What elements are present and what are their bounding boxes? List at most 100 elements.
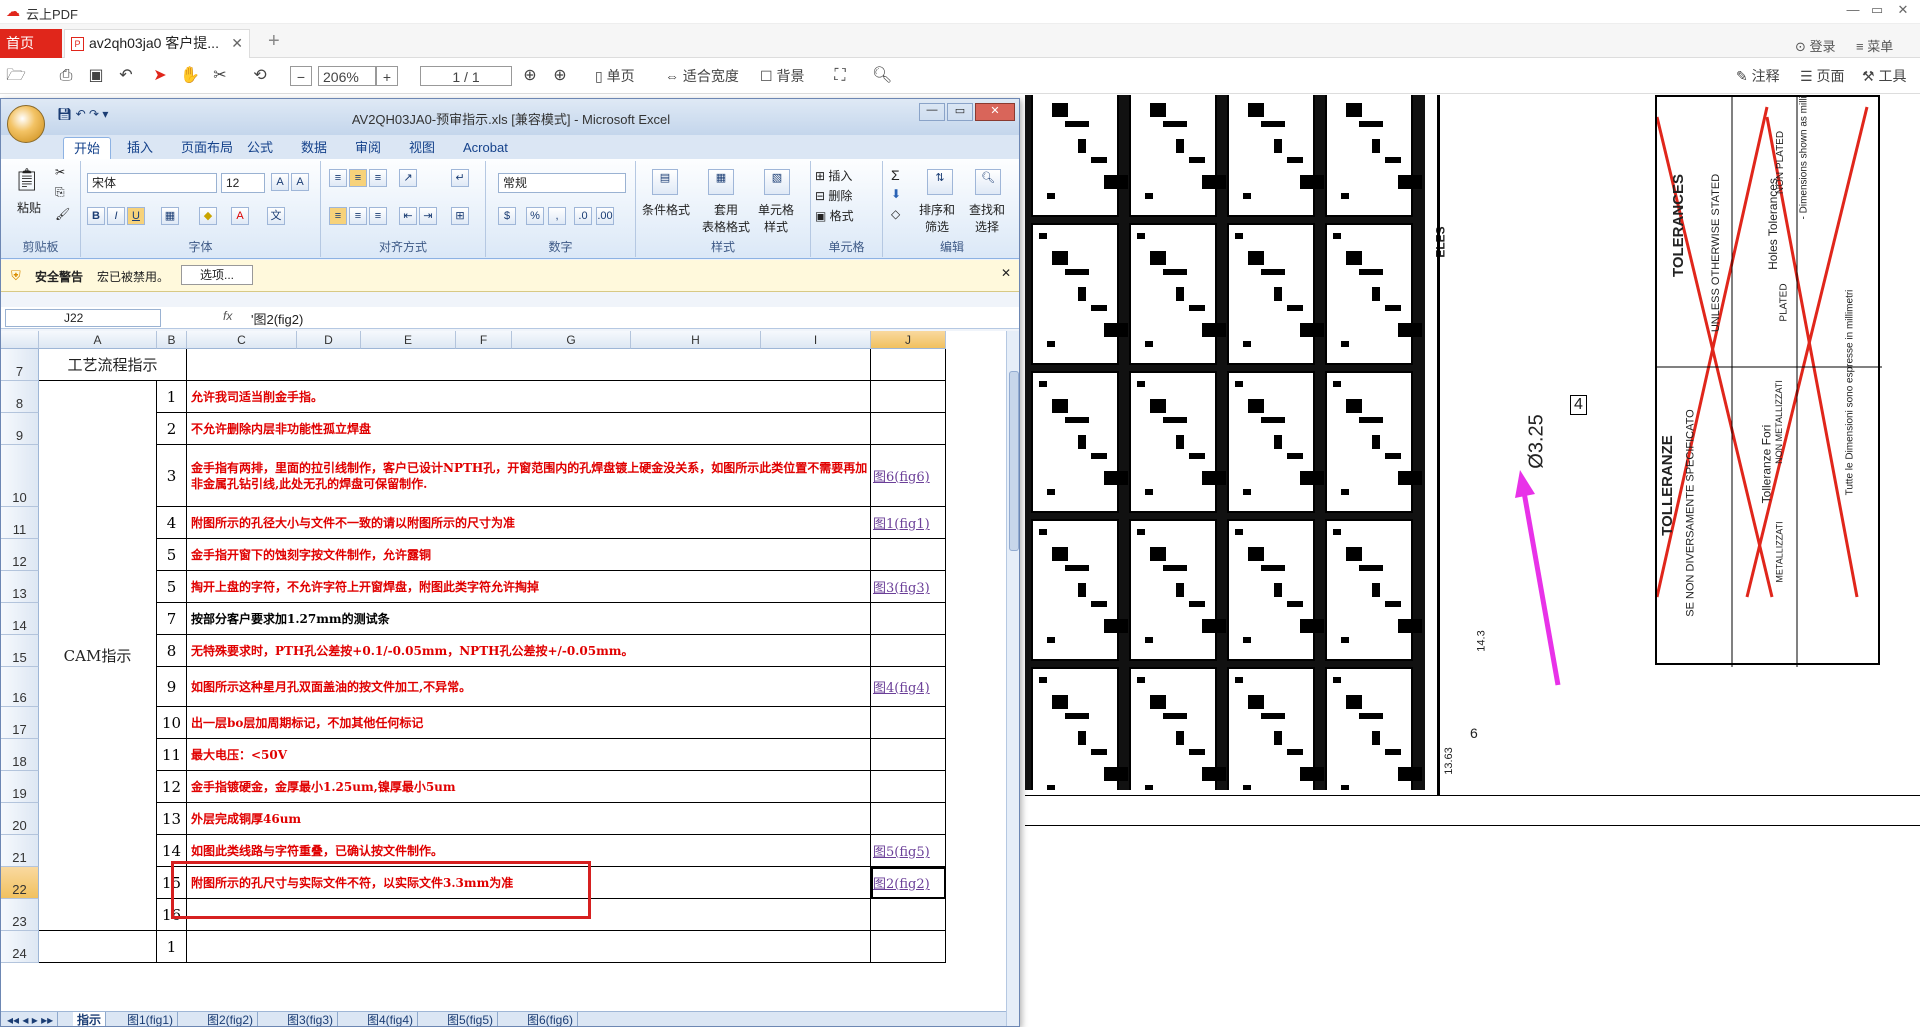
column-header-B[interactable]: B — [157, 331, 187, 349]
sheet-tab-2[interactable]: 图1(fig1) — [123, 1012, 179, 1026]
tab-5[interactable]: 数据 — [291, 137, 337, 159]
row-header-19[interactable]: 19 — [1, 771, 39, 803]
hand-tool-icon[interactable]: ✋ — [180, 66, 200, 86]
row-header-23[interactable]: 23 — [1, 899, 39, 931]
cell-instruction[interactable]: 附图所示的孔径大小与文件不一致的请以附图所示的尺寸为准 — [187, 507, 871, 539]
row-header-9[interactable]: 9 — [1, 413, 39, 445]
font-name-select[interactable]: 宋体 — [87, 173, 217, 193]
comma-icon[interactable]: , — [548, 207, 566, 225]
scroll-thumb[interactable] — [1009, 371, 1019, 551]
fill-color-icon[interactable]: ◆ — [199, 207, 217, 225]
tab-3[interactable]: 页面布局 — [171, 137, 243, 159]
share-icon[interactable]: ↶ — [116, 66, 136, 86]
clear-icon[interactable]: ◇ — [891, 207, 900, 221]
close-button[interactable]: ✕ — [1892, 2, 1914, 20]
bold-icon[interactable]: B — [87, 207, 105, 225]
align-top-icon[interactable]: ≡ — [329, 169, 347, 187]
increase-indent-icon[interactable]: ⇥ — [419, 207, 437, 225]
cell-figure-link[interactable]: 图5(fig5) — [871, 835, 946, 867]
percent-icon[interactable]: % — [526, 207, 544, 225]
orientation-icon[interactable]: ↗ — [399, 169, 417, 187]
row-header-18[interactable]: 18 — [1, 739, 39, 771]
fill-icon[interactable]: ⬇ — [891, 187, 901, 201]
excel-minimize-button[interactable]: — — [919, 103, 945, 121]
excel-close-button[interactable]: ✕ — [975, 103, 1015, 121]
cell-instruction[interactable]: 按部分客户要求加1.27mm的测试条 — [187, 603, 871, 635]
row-header-24[interactable]: 24 — [1, 931, 39, 963]
select-all-corner[interactable] — [1, 331, 39, 349]
formula-input[interactable]: '图2(fig2) — [251, 309, 303, 328]
column-header-C[interactable]: C — [187, 331, 297, 349]
accounting-icon[interactable]: $ — [498, 207, 516, 225]
fit-width-button[interactable]: ⇔ 适合宽度 — [665, 66, 739, 86]
sort-filter-icon[interactable]: ⇅ — [927, 169, 953, 195]
cell-instruction[interactable]: 金手指开窗下的蚀刻字按文件制作，允许露铜 — [187, 539, 871, 571]
format-cells-button[interactable]: ▣ 格式 — [815, 207, 854, 224]
column-header-I[interactable]: I — [761, 331, 871, 349]
column-header-J[interactable]: J — [871, 331, 946, 349]
sheet-tab-6[interactable]: 图5(fig5) — [443, 1012, 499, 1026]
sheet-tab-1[interactable]: 指示 — [73, 1012, 107, 1026]
fx-icon[interactable]: fx — [223, 309, 232, 323]
column-header-F[interactable]: F — [456, 331, 512, 349]
insert-cells-button[interactable]: ⊞ 插入 — [815, 167, 852, 184]
single-page-button[interactable]: ▯ 单页 — [595, 66, 635, 86]
office-button-icon[interactable] — [7, 105, 45, 143]
row-header-13[interactable]: 13 — [1, 571, 39, 603]
cell-instruction[interactable]: 出一层bo层加周期标记，不加其他任何标记 — [187, 707, 871, 739]
row-header-11[interactable]: 11 — [1, 507, 39, 539]
options-button[interactable]: 选项... — [181, 265, 253, 285]
cut-small-icon[interactable]: ✂ — [55, 165, 65, 179]
tab-document[interactable]: P av2qh03ja0 客户提... ✕ — [64, 29, 250, 58]
print-icon[interactable]: ⎙ — [56, 66, 76, 86]
number-format-select[interactable]: 常规 — [498, 173, 626, 193]
row-header-8[interactable]: 8 — [1, 381, 39, 413]
merge-center-icon[interactable]: ⊞ — [451, 207, 469, 225]
zoom-in-button[interactable]: + — [376, 66, 398, 86]
shrink-font-icon[interactable]: A — [291, 173, 309, 191]
autosum-icon[interactable]: Σ — [891, 167, 900, 183]
tab-7[interactable]: 视图 — [399, 137, 445, 159]
row-header-10[interactable]: 10 — [1, 445, 39, 507]
tab-8[interactable]: Acrobat — [453, 137, 518, 159]
align-left-icon[interactable]: ≡ — [329, 207, 347, 225]
decrease-decimal-icon[interactable]: .00 — [596, 207, 614, 225]
copy-icon[interactable]: ⎘ — [55, 185, 65, 200]
align-center-icon[interactable]: ≡ — [349, 207, 367, 225]
cell-instruction[interactable]: 金手指镀硬金，金厚最小1.25um,镍厚最小5um — [187, 771, 871, 803]
close-security-bar-icon[interactable]: ✕ — [1001, 266, 1011, 280]
wrap-text-icon[interactable]: ↵ — [451, 169, 469, 187]
cell-instruction[interactable]: 外层完成铜厚46um — [187, 803, 871, 835]
tab-2[interactable]: 插入 — [117, 137, 163, 159]
cut-icon[interactable]: ✂ — [210, 66, 230, 86]
sheet-tab-3[interactable]: 图2(fig2) — [203, 1012, 259, 1026]
excel-restore-button[interactable]: ▭ — [947, 103, 973, 121]
align-right-icon[interactable]: ≡ — [369, 207, 387, 225]
find-select-icon[interactable]: 🔍︎ — [975, 169, 1001, 195]
increase-decimal-icon[interactable]: .0 — [574, 207, 592, 225]
font-color-icon[interactable]: A — [231, 207, 249, 225]
cell-figure-link[interactable]: 图6(fig6) — [871, 445, 946, 507]
tab-4[interactable]: 公式 — [237, 137, 283, 159]
cell-style-button[interactable]: 单元格 样式 — [758, 201, 794, 235]
row-header-15[interactable]: 15 — [1, 635, 39, 667]
italic-icon[interactable]: I — [107, 207, 125, 225]
column-header-E[interactable]: E — [361, 331, 456, 349]
cell-figure-link[interactable]: 图2(fig2) — [871, 867, 946, 899]
cell-instruction[interactable]: 金手指有两排，里面的拉引线制作，客户已设计NPTH孔，开窗范围内的孔焊盘镀上硬金… — [187, 445, 871, 507]
sheet-tab-4[interactable]: 图3(fig3) — [283, 1012, 339, 1026]
search-icon[interactable]: 🔍︎ — [872, 66, 892, 86]
cell-instruction[interactable]: 掏开上盘的字符，不允许字符上开窗焊盘，附图此类字符允许掏掉 — [187, 571, 871, 603]
paste-icon[interactable]: 📋︎ — [13, 167, 41, 193]
tools-button[interactable]: ⚒ 工具 — [1862, 66, 1906, 86]
menu-button[interactable]: ≡ 菜单 — [1856, 36, 1893, 55]
cell-instruction[interactable] — [187, 349, 871, 381]
font-size-select[interactable]: 12 — [221, 173, 265, 193]
sheet-nav-arrows[interactable]: ◂◂ ◂ ▸ ▸▸ — [3, 1012, 59, 1026]
table-format-icon[interactable]: ▦ — [708, 169, 734, 195]
tab-1[interactable]: 开始 — [63, 137, 112, 159]
cell-instruction[interactable]: 允许我司适当削金手指。 — [187, 381, 871, 413]
conditional-format-icon[interactable]: ▤ — [652, 169, 678, 195]
paste-button[interactable]: 粘贴 — [17, 199, 41, 216]
delete-cells-button[interactable]: ⊟ 删除 — [815, 187, 852, 204]
